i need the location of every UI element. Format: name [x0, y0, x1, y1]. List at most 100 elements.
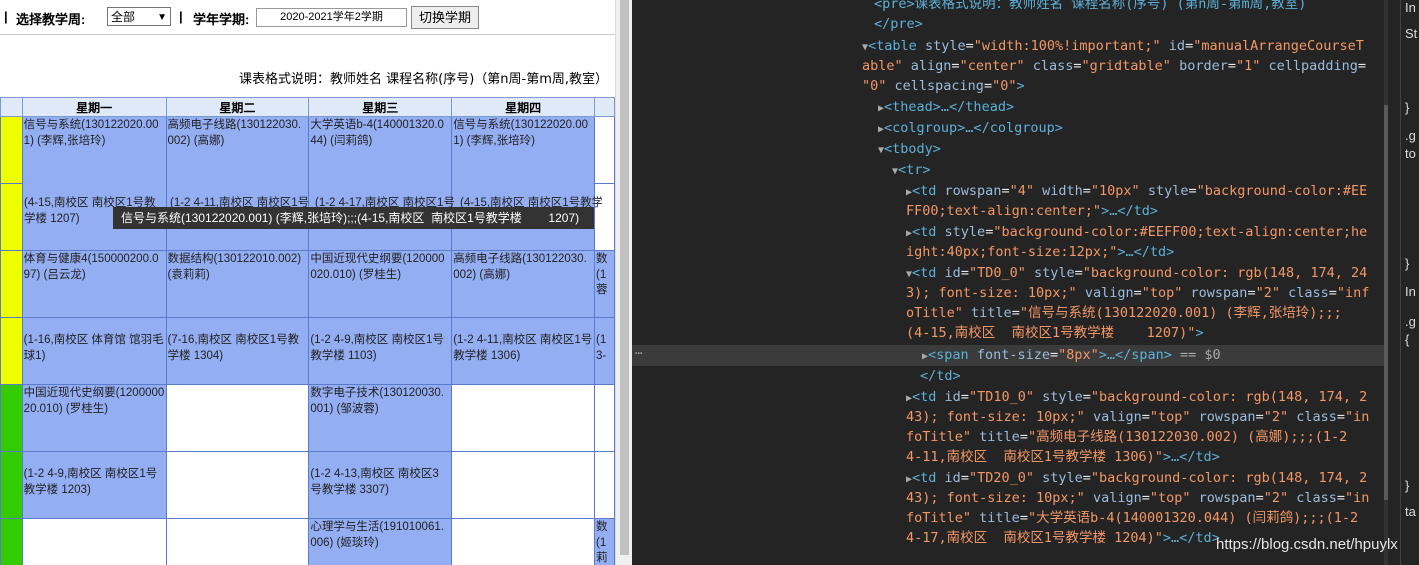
- course-location: (7-16,南校区 南校区1号教学楼 1304): [165, 317, 310, 385]
- course-location: (1-2 4-11,南校区 南校区1号教学楼 1306): [451, 317, 596, 385]
- page-scrollbar[interactable]: [615, 0, 633, 565]
- period-marker: [0, 518, 23, 565]
- course-location: (1 3-: [594, 317, 615, 385]
- course-cell[interactable]: 数(1莉: [594, 518, 615, 565]
- course-cell[interactable]: 数(1蓉: [594, 250, 615, 318]
- dom-node-tbody[interactable]: ▼<tbody>: [878, 139, 941, 160]
- period-marker: [0, 384, 23, 452]
- course-name: 高频电子线路(130122030.002) (高娜): [167, 119, 302, 147]
- empty-cell: [451, 384, 596, 452]
- course-name: 体育与健康4(150000200.097) (吕云龙): [23, 253, 159, 281]
- switch-term-button[interactable]: 切换学期: [411, 6, 479, 29]
- dom-node[interactable]: </pre>: [874, 14, 923, 35]
- period-marker: [0, 317, 23, 385]
- dom-node[interactable]: ight:40px;font-size:12px;">…</td>: [906, 242, 1174, 263]
- course-tooltip: 信号与系统(130122020.001) (李辉,张培玲);;;(4-15,南校…: [113, 207, 594, 229]
- dom-node[interactable]: FF00;text-align:center;">…</td>: [906, 201, 1158, 222]
- dom-node[interactable]: 3); font-size: 10px;" valign="top" rowsp…: [906, 283, 1369, 304]
- course-cell[interactable]: 信号与系统(130122020.001) (李辉,张培玲): [451, 116, 596, 251]
- course-cell[interactable]: 大学英语b-4(140001320.044) (闫莉鸽): [308, 116, 453, 251]
- dom-node[interactable]: foTitle" title="高频电子线路(130122030.002) (高…: [906, 427, 1347, 448]
- dom-node-td[interactable]: ▶<td id="TD20_0" style="background-color…: [906, 468, 1367, 489]
- course-name: 数据结构(130122010.002) (袁莉莉): [167, 253, 302, 281]
- course-location: (1-2 4-9,南校区 南校区1号教学楼 1103): [308, 317, 453, 385]
- course-cell[interactable]: 中国近现代史纲要(120000020.010) (罗桂生): [21, 384, 167, 452]
- empty-cell: [594, 116, 615, 184]
- dom-node[interactable]: </td>: [920, 366, 961, 387]
- dom-node[interactable]: (4-15,南校区 南校区1号教学楼 1207)">: [906, 323, 1204, 344]
- period-marker: [0, 116, 23, 184]
- chevron-down-icon: ▼: [157, 12, 167, 23]
- dom-node[interactable]: <pre>课表格式说明：教师姓名 课程名称(序号) (第n周-第m周,教室): [874, 0, 1306, 15]
- dom-node[interactable]: oTitle" title="信号与系统(130122020.001) (李辉,…: [906, 303, 1342, 324]
- course-cell[interactable]: 高频电子线路(130122030.002) (高娜): [165, 116, 310, 251]
- term-input[interactable]: 2020-2021学年2学期: [256, 8, 407, 27]
- timetable-grid: 星期一 星期二 星期三 星期四 信号与系统(130122020.001) (李辉…: [0, 97, 615, 565]
- dom-node-thead[interactable]: ▶<thead>…</thead>: [878, 97, 1014, 118]
- course-cell[interactable]: 高频电子线路(130122030.002) (高娜): [451, 250, 596, 318]
- dom-node[interactable]: 43); font-size: 10px;" valign="top" rows…: [906, 488, 1369, 509]
- course-cell[interactable]: 信号与系统(130122020.001) (李辉,张培玲): [21, 116, 167, 251]
- course-name: 数(1蓉: [596, 253, 608, 296]
- styles-text: ta: [1405, 504, 1416, 519]
- dom-node[interactable]: 43); font-size: 10px;" valign="top" rows…: [906, 407, 1369, 428]
- course-cell[interactable]: 数据结构(130122010.002) (袁莉莉): [165, 250, 310, 318]
- period-marker: [0, 451, 23, 519]
- timetable-page: | 选择教学周: 全部 ▼ | 学年学期: 2020-2021学年2学期 切换学…: [0, 0, 615, 565]
- styles-text: In: [1405, 0, 1416, 15]
- styles-text: to: [1405, 146, 1416, 161]
- empty-cell: [165, 518, 310, 565]
- watermark: https://blog.csdn.net/hpuylx: [1216, 536, 1398, 553]
- devtools-panel: ⋯ <pre>课表格式说明：教师姓名 课程名称(序号) (第n周-第m周,教室)…: [632, 0, 1419, 565]
- styles-text: .g: [1405, 314, 1416, 329]
- empty-cell: [21, 518, 167, 565]
- dom-node[interactable]: 4-17,南校区 南校区1号教学楼 1204)">…</td>: [906, 528, 1220, 549]
- course-cell[interactable]: 数字电子技术(130120030.001) (邹波蓉): [308, 384, 453, 452]
- corner-header: [0, 97, 23, 117]
- day-header: 星期四: [451, 97, 596, 117]
- styles-text: .g: [1405, 128, 1416, 143]
- empty-cell: [451, 451, 596, 519]
- styles-text: {: [1405, 332, 1410, 347]
- period-marker: [0, 183, 23, 251]
- format-note: 课表格式说明：教师姓名 课程名称(序号)（第n周-第m周,教室）: [239, 72, 609, 87]
- styles-text: }: [1405, 256, 1410, 271]
- course-name: 高频电子线路(130122030.002) (高娜): [453, 253, 587, 281]
- styles-text: }: [1405, 100, 1410, 115]
- dom-node-span[interactable]: ▶<span font-size="8px">…</span> == $0: [922, 345, 1221, 366]
- more-icon[interactable]: ⋯: [635, 346, 642, 360]
- dom-node[interactable]: 4-11,南校区 南校区1号教学楼 1306)">…</td>: [906, 447, 1220, 468]
- week-select-value: 全部: [111, 10, 136, 24]
- dom-node-td[interactable]: ▶<td id="TD10_0" style="background-color…: [906, 387, 1367, 408]
- scrollbar-thumb[interactable]: [1384, 105, 1388, 500]
- empty-cell: [165, 384, 310, 452]
- dom-node[interactable]: "0" cellspacing="0">: [862, 76, 1025, 97]
- empty-cell: [594, 183, 615, 251]
- dom-node-td-selected[interactable]: ▼<td id="TD0_0" style="background-color:…: [906, 263, 1367, 284]
- empty-cell: [451, 518, 596, 565]
- course-name: 中国近现代史纲要(120000020.010) (罗桂生): [23, 387, 165, 415]
- dom-node-td[interactable]: ▶<td rowspan="4" width="10px" style="bac…: [906, 181, 1367, 202]
- empty-cell: [594, 384, 615, 452]
- course-name: 大学英语b-4(140001320.044) (闫莉鸽): [310, 119, 444, 147]
- course-location: (1-2 4-9,南校区 南校区1号教学楼 1203): [21, 451, 167, 519]
- course-location: (1-2 4-13,南校区 南校区3号教学楼 3307): [308, 451, 453, 519]
- course-cell[interactable]: 中国近现代史纲要(120000020.010) (罗桂生): [308, 250, 453, 318]
- course-name: 心理学与生活(191010061.006) (姬琰玲): [310, 521, 444, 549]
- empty-cell: [165, 451, 310, 519]
- dom-node[interactable]: foTitle" title="大学英语b-4(140001320.044) (…: [906, 508, 1358, 529]
- day-header: 星期二: [165, 97, 310, 117]
- scrollbar-thumb[interactable]: [620, 0, 629, 555]
- devtools-scrollbar[interactable]: [1384, 0, 1388, 565]
- dom-node[interactable]: able" align="center" class="gridtable" b…: [862, 56, 1366, 77]
- styles-text: In: [1405, 284, 1416, 299]
- course-cell[interactable]: 心理学与生活(191010061.006) (姬琰玲): [308, 518, 453, 565]
- course-cell[interactable]: 体育与健康4(150000200.097) (吕云龙): [21, 250, 167, 318]
- toolbar-separator: |: [179, 9, 183, 24]
- dom-node-tr[interactable]: ▼<tr>: [892, 160, 931, 181]
- week-select[interactable]: 全部 ▼: [107, 7, 171, 26]
- dom-node-td[interactable]: ▶<td style="background-color:#EEFF00;tex…: [906, 222, 1367, 243]
- dom-node-table[interactable]: ▼<table style="width:100%!important;" id…: [862, 36, 1364, 57]
- course-name: 数(1莉: [596, 521, 608, 564]
- dom-node-colgroup[interactable]: ▶<colgroup>…</colgroup>: [878, 118, 1063, 139]
